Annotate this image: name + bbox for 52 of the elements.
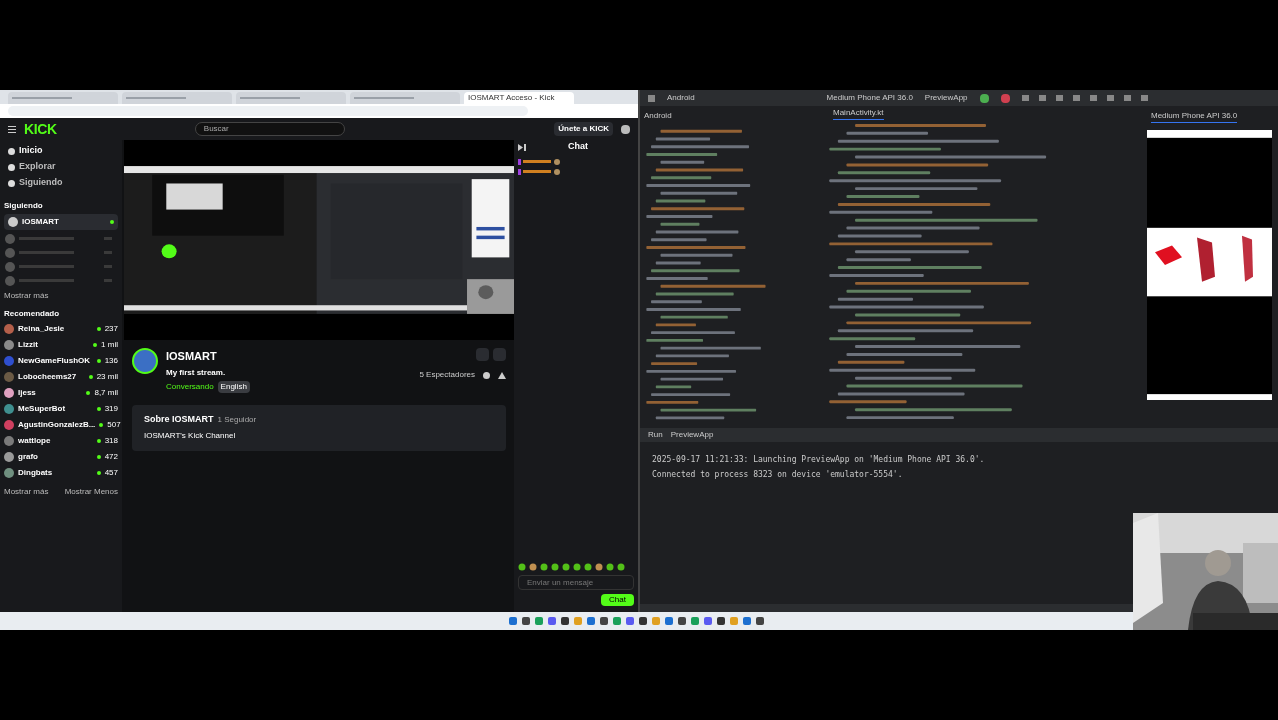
stream-title: My first stream.	[166, 366, 227, 379]
follower-count: 1 Seguidor	[217, 413, 257, 426]
browser-tab[interactable]: IOSMART Acceso - Kick	[464, 92, 574, 104]
kick-logo[interactable]: KICK	[24, 122, 57, 136]
warning-icon[interactable]	[498, 371, 506, 379]
about-title: Sobre IOSMART	[144, 412, 214, 426]
join-button[interactable]: Únete a KICK	[554, 122, 613, 136]
nav-item[interactable]: Inicio	[4, 144, 118, 158]
file-tab[interactable]: MainActivity.kt	[833, 106, 884, 120]
viewer-count: 5 Espectadores	[419, 369, 475, 381]
channel-description: IOSMART's Kick Channel	[144, 430, 237, 442]
console-line: 2025-09-17 11:21:33: Launching PreviewApp on 'Medium Phone API 36.0'.	[652, 454, 986, 466]
run-tab[interactable]: Run	[648, 429, 663, 441]
chat-title: Chat	[568, 140, 588, 154]
channel-name[interactable]: IOSMART	[166, 348, 250, 365]
main-menu-icon[interactable]	[648, 94, 655, 102]
recommended-channel[interactable]: grafo 472	[4, 450, 118, 464]
language-tag: English	[217, 380, 250, 393]
send-button[interactable]: Chat	[601, 594, 634, 606]
recommended-channel[interactable]: MeSuperBot 319	[4, 402, 118, 416]
device-selector[interactable]: Medium Phone API 36.0	[826, 92, 913, 104]
search-field[interactable]: Buscar	[194, 122, 345, 136]
show-less-link[interactable]: Mostrar Menos	[64, 486, 118, 498]
run-config-tab[interactable]: PreviewApp	[670, 429, 714, 441]
user-icon[interactable]	[621, 124, 630, 134]
collapse-icon[interactable]	[518, 143, 526, 151]
category-link[interactable]: Conversando	[166, 380, 214, 393]
nav-item[interactable]: Siguiendo	[4, 176, 118, 190]
chat-messages-drawing	[518, 158, 562, 178]
recommended-channel[interactable]: Ijess 8,7 mil	[4, 386, 118, 400]
nav-item[interactable]: Explorar	[4, 160, 118, 174]
recommended-channel[interactable]: wattlope 318	[4, 434, 118, 448]
recommended-channel[interactable]: Dingbats 457	[4, 466, 118, 480]
project-name[interactable]: Android	[667, 92, 695, 104]
show-more-link[interactable]: Mostrar más	[4, 486, 49, 498]
emulator-tab[interactable]: Medium Phone API 36.0	[1151, 110, 1238, 123]
stop-button[interactable]	[1000, 93, 1010, 103]
recommended-channel[interactable]: NewGameFlushOK 136	[4, 354, 118, 368]
run-config-selector[interactable]: PreviewApp	[924, 92, 968, 104]
recommended-channel[interactable]: Lizzit 1 mil	[4, 338, 118, 352]
chat-input[interactable]: Enviar un mensaje	[518, 575, 634, 590]
recommended-channel[interactable]: Reina_Jesie 237	[4, 322, 118, 336]
run-button[interactable]	[979, 93, 989, 103]
recommended-channel[interactable]: Lobocheems27 23 mil	[4, 370, 118, 384]
followed-channel[interactable]: IOSMART	[4, 214, 118, 230]
channel-avatar[interactable]	[132, 348, 158, 374]
menu-icon[interactable]	[8, 125, 16, 133]
show-more-link[interactable]: Mostrar más	[4, 290, 118, 302]
section-title: Recomendado	[4, 308, 61, 320]
console-line: Connected to process 8323 on device 'emulator-5554'.	[652, 469, 904, 481]
panel-title: Android	[644, 110, 673, 122]
section-title: Siguiendo	[4, 200, 44, 212]
